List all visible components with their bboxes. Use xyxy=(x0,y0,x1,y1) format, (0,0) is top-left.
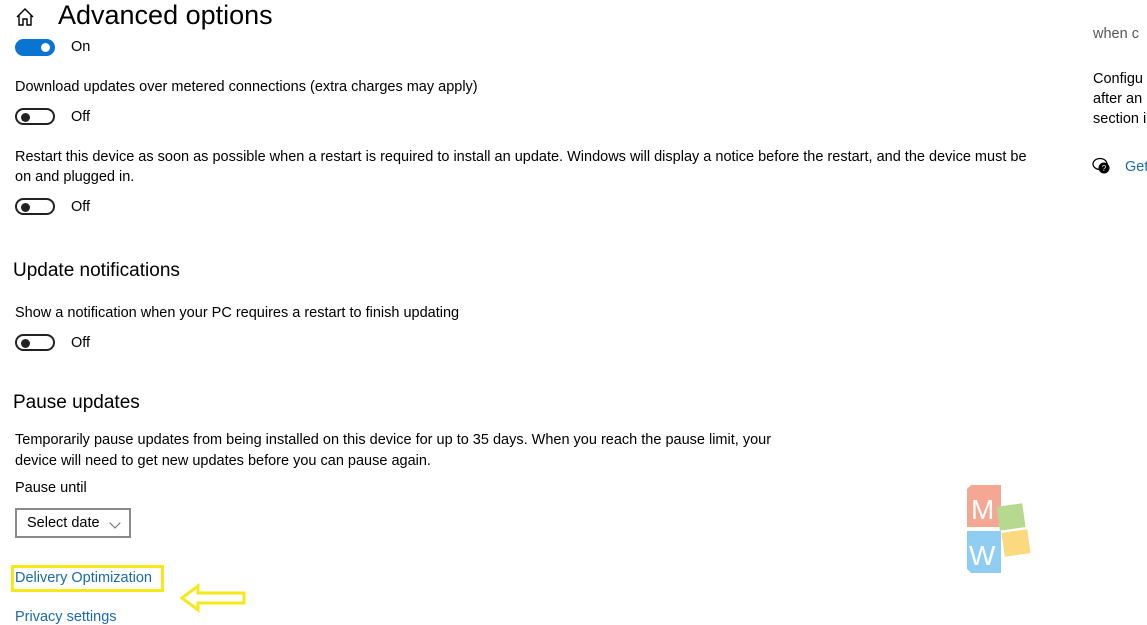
toggle-state-label: On xyxy=(71,39,91,55)
page-title: Advanced options xyxy=(58,0,273,30)
pause-desc-line1: Temporarily pause updates from being ins… xyxy=(15,432,772,448)
svg-text:?: ? xyxy=(1102,164,1107,173)
help-chat-icon: ? xyxy=(1092,157,1110,174)
toggle-restart[interactable] xyxy=(15,198,55,215)
sidebar-partial-text: when c xyxy=(1093,26,1139,42)
toggle-state-label: Off xyxy=(71,109,91,125)
toggle-auto-updates[interactable] xyxy=(15,39,55,56)
pause-desc-line2: device will need to get new updates befo… xyxy=(15,453,431,469)
sidebar-text-line3: section i xyxy=(1093,111,1147,127)
pause-date-select[interactable]: Select date xyxy=(15,508,131,538)
chevron-down-icon xyxy=(109,517,121,529)
mw-logo-watermark: M W xyxy=(967,485,1031,573)
section-heading-pause: Pause updates xyxy=(13,392,140,413)
get-help-link[interactable]: Get xyxy=(1125,159,1147,175)
restart-label-line2: on and plugged in. xyxy=(15,169,135,185)
sidebar-text-line1: Configu xyxy=(1093,71,1143,87)
metered-label: Download updates over metered connection… xyxy=(15,79,478,95)
toggle-metered[interactable] xyxy=(15,108,55,125)
pause-until-label: Pause until xyxy=(15,480,87,496)
svg-text:M: M xyxy=(971,494,994,525)
toggle-notifications[interactable] xyxy=(15,334,55,351)
restart-label-line1: Restart this device as soon as possible … xyxy=(15,149,1027,165)
sidebar-text-line2: after an xyxy=(1093,91,1143,107)
section-heading-notifications: Update notifications xyxy=(13,260,180,281)
home-icon[interactable] xyxy=(14,6,36,28)
toggle-state-label: Off xyxy=(71,199,91,215)
privacy-settings-link[interactable]: Privacy settings xyxy=(15,609,117,625)
arrow-left-icon xyxy=(179,583,246,613)
notification-label: Show a notification when your PC require… xyxy=(15,305,460,321)
select-value: Select date xyxy=(27,515,100,531)
toggle-state-label: Off xyxy=(71,335,91,351)
delivery-optimization-link[interactable]: Delivery Optimization xyxy=(15,570,152,586)
svg-text:W: W xyxy=(969,540,996,571)
